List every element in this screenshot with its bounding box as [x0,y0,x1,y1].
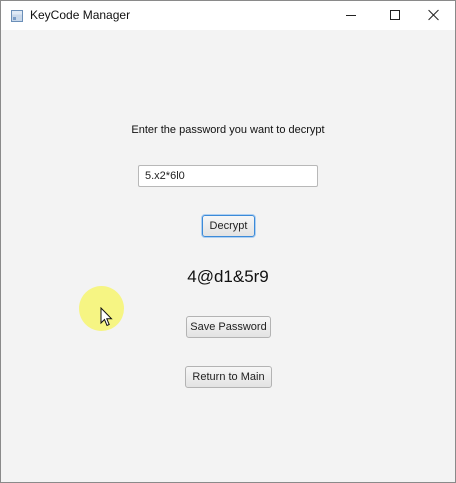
save-password-button[interactable]: Save Password [186,316,271,338]
title-bar[interactable]: KeyCode Manager [1,1,455,30]
decrypted-result: 4@d1&5r9 [187,267,269,286]
password-input[interactable] [138,165,318,187]
close-icon [428,9,440,21]
window-title: KeyCode Manager [30,8,131,22]
return-to-main-button[interactable]: Return to Main [185,366,272,388]
app-window: KeyCode Manager Enter the password you w… [0,0,456,483]
decrypt-button[interactable]: Decrypt [202,215,255,237]
minimize-icon [346,15,356,16]
main-content: Enter the password you want to decrypt D… [1,30,455,482]
close-button[interactable] [411,1,456,30]
app-window-icon [11,10,23,22]
minimize-button[interactable] [328,1,374,30]
maximize-icon [390,10,400,20]
decrypt-prompt-label: Enter the password you want to decrypt [131,124,325,136]
mouse-cursor-icon [100,307,113,327]
